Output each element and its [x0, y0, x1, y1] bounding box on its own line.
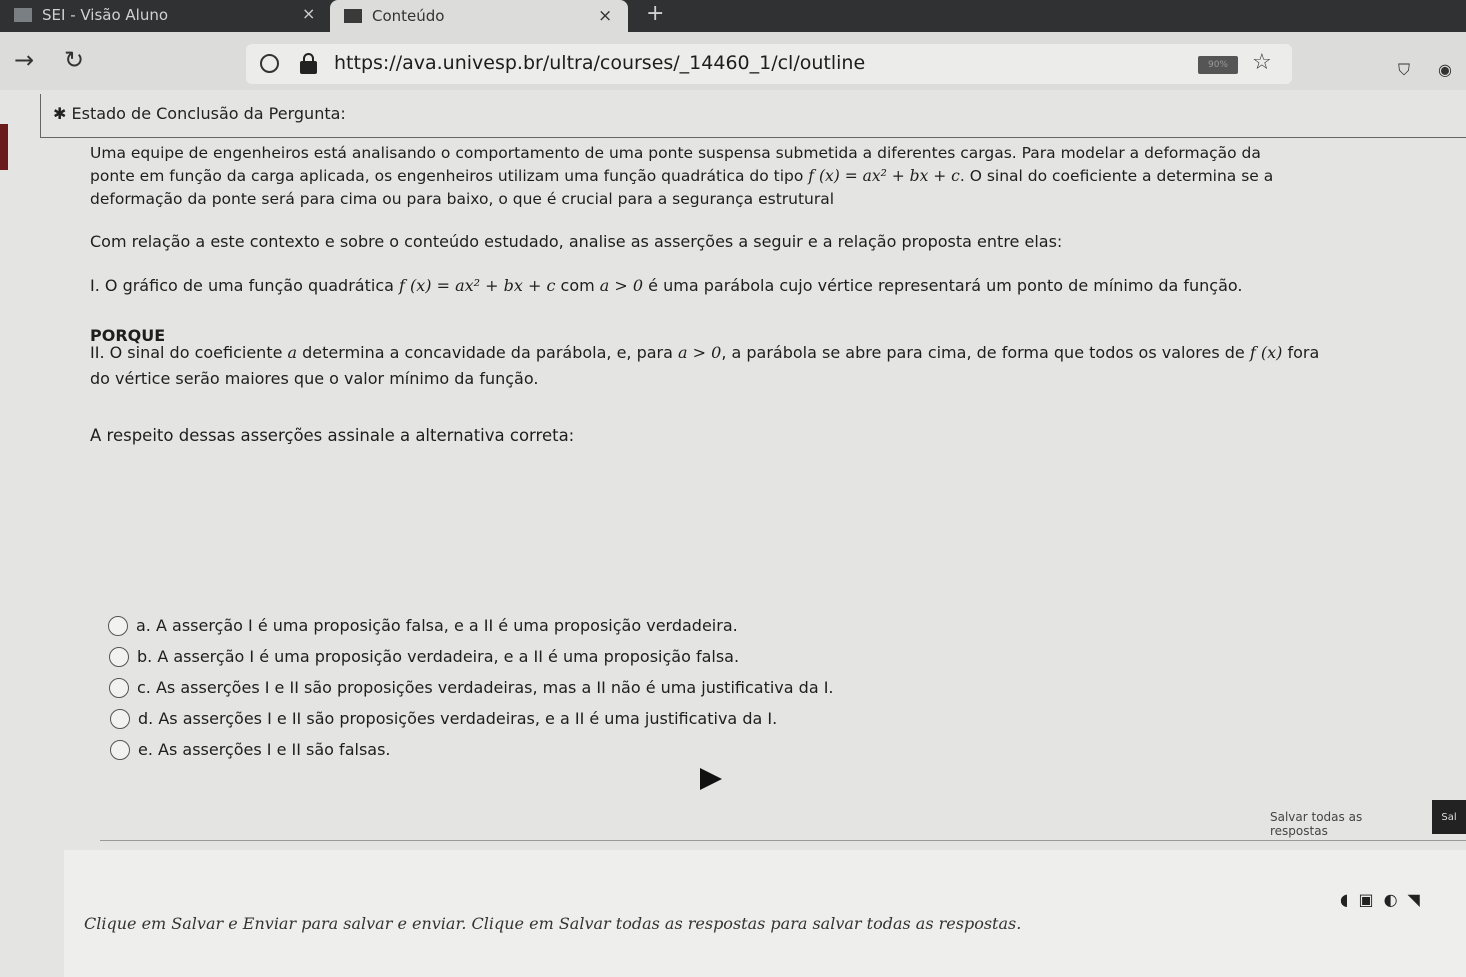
address-bar[interactable]: https://ava.univesp.br/ultra/courses/_14… — [246, 44, 1292, 84]
context-line: deformação da ponte será para cima ou pa… — [90, 190, 835, 208]
tab-close-icon[interactable]: × — [598, 6, 612, 26]
tray-icon[interactable]: ◖ — [1340, 890, 1358, 909]
footer-panel: Clique em Salvar e Enviar para salvar e … — [64, 850, 1466, 977]
assertion-1: I. O gráfico de uma função quadrática f … — [90, 276, 1243, 295]
option-b[interactable]: b. A asserção I é uma proposição verdade… — [109, 641, 834, 672]
tab-favicon-icon — [14, 8, 32, 22]
option-c[interactable]: c. As asserções I e II são proposições v… — [109, 672, 834, 703]
tab-close-icon[interactable]: × — [302, 4, 315, 23]
tab-conteudo[interactable]: Conteúdo × — [330, 0, 628, 32]
formula: f (x) = ax² + bx + c — [399, 276, 556, 295]
zoom-badge[interactable]: 90% — [1198, 56, 1238, 74]
option-d[interactable]: d. As asserções I e II são proposições v… — [110, 703, 835, 734]
lock-icon[interactable] — [300, 53, 317, 74]
tray-icon[interactable]: ▣ — [1358, 890, 1383, 909]
new-tab-button[interactable]: + — [646, 1, 664, 26]
wifi-icon[interactable]: ◥ — [1408, 890, 1430, 909]
account-icon[interactable]: ◉ — [1438, 60, 1452, 79]
browser-toolbar: → ↻ https://ava.univesp.br/ultra/courses… — [0, 32, 1466, 90]
completion-status-label: ✱ Estado de Conclusão da Pergunta: — [53, 104, 346, 123]
tray-icon[interactable]: ◐ — [1384, 890, 1408, 909]
answer-options: a. A asserção I é uma proposição falsa, … — [108, 610, 835, 765]
formula: f (x) = ax² + bx + c — [808, 167, 960, 185]
divider — [100, 840, 1466, 841]
footer-instructions: Clique em Salvar e Enviar para salvar e … — [84, 914, 1022, 933]
question-context: Uma equipe de engenheiros está analisand… — [90, 142, 1273, 211]
context-line: ponte em função da carga aplicada, os en… — [90, 167, 1274, 185]
condition: a > 0 — [599, 276, 644, 295]
star-icon[interactable]: ☆ — [1252, 50, 1272, 75]
context-line: Uma equipe de engenheiros está analisand… — [90, 144, 1261, 162]
radio-button[interactable] — [109, 677, 129, 698]
tab-label: SEI - Visão Aluno — [42, 6, 169, 24]
save-and-submit-button[interactable]: Sal — [1432, 800, 1466, 834]
site-info-icon[interactable] — [260, 54, 279, 73]
arrow-right-icon[interactable]: → — [14, 46, 34, 74]
radio-button[interactable] — [109, 646, 129, 667]
tab-label: Conteúdo — [372, 7, 445, 25]
radio-button[interactable] — [108, 615, 128, 636]
radio-button[interactable] — [110, 739, 130, 760]
option-a[interactable]: a. A asserção I é uma proposição falsa, … — [108, 610, 833, 641]
question-status-header: ✱ Estado de Conclusão da Pergunta: — [40, 94, 1466, 138]
option-e[interactable]: e. As asserções I e II são falsas. — [110, 734, 835, 765]
left-accent-bar — [0, 124, 8, 170]
url-text[interactable]: https://ava.univesp.br/ultra/courses/_14… — [334, 52, 865, 74]
assertion-2: II. O sinal do coeficiente a determina a… — [90, 343, 1320, 388]
question-prompt: Com relação a este contexto e sobre o co… — [90, 232, 1063, 251]
system-tray: ◖▣◐◥ — [1340, 890, 1430, 909]
reload-icon[interactable]: ↻ — [64, 46, 84, 74]
question-instruction: A respeito dessas asserções assinale a a… — [90, 426, 575, 445]
shield-icon[interactable]: ⛉ — [1398, 60, 1410, 80]
mouse-cursor-icon — [700, 768, 722, 790]
save-all-button[interactable]: Salvar todas as respostas — [1270, 808, 1420, 840]
page-content: ✱ Estado de Conclusão da Pergunta: Uma e… — [0, 90, 1466, 977]
tab-favicon-icon — [344, 9, 362, 23]
browser-tab-strip: SEI - Visão Aluno × Conteúdo × + — [0, 0, 1466, 32]
radio-button[interactable] — [110, 708, 130, 729]
tab-sei[interactable]: SEI - Visão Aluno × — [14, 0, 315, 30]
